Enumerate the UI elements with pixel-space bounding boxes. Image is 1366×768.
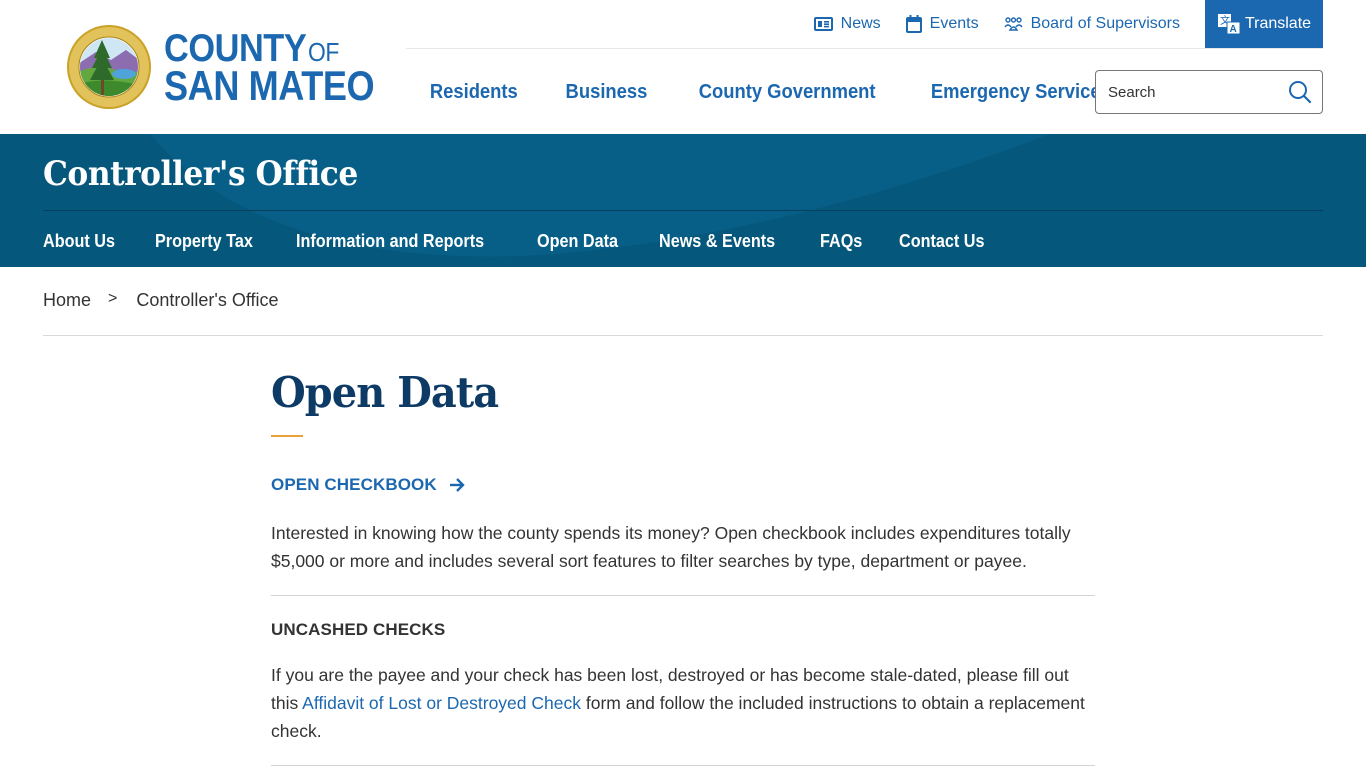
sub-nav-open-data[interactable]: Open Data (537, 231, 618, 252)
main-nav: Residents Business County Government Eme… (406, 70, 1138, 114)
breadcrumb-home[interactable]: Home (43, 290, 91, 311)
breadcrumb-divider (43, 335, 1323, 336)
sub-nav-information-and-reports[interactable]: Information and Reports (296, 231, 484, 252)
translate-label: Translate (1244, 15, 1312, 32)
utility-divider (406, 48, 1323, 49)
county-wordmark: COUNTY OF SAN MATEO (164, 27, 408, 109)
svg-text:A: A (1229, 24, 1236, 35)
breadcrumb-separator: > (108, 290, 118, 307)
county-logo-link[interactable]: COUNTY OF SAN MATEO (66, 24, 408, 110)
county-seal-icon (67, 25, 151, 109)
calendar-icon (905, 15, 922, 33)
uncashed-checks-description: If you are the payee and your check has … (271, 661, 1095, 745)
news-label: News (840, 15, 881, 32)
sub-nav-contact-us[interactable]: Contact Us (899, 231, 985, 252)
affidavit-link[interactable]: Affidavit of Lost or Destroyed Check (302, 693, 581, 713)
uncashed-checks-heading: UNCASHED CHECKS (271, 620, 446, 640)
sub-nav-property-tax[interactable]: Property Tax (155, 231, 253, 252)
banner-divider (43, 210, 1323, 211)
newspaper-icon (813, 17, 833, 31)
page-title: Open Data (271, 368, 499, 417)
department-banner: Controller's Office About Us Property Ta… (0, 134, 1366, 267)
events-label: Events (929, 15, 979, 32)
search-box (1095, 70, 1323, 114)
main-nav-county-government[interactable]: County Government (680, 81, 894, 104)
section-divider (271, 765, 1095, 767)
site-header: COUNTY OF SAN MATEO News Events Board of … (0, 0, 1366, 134)
main-nav-residents[interactable]: Residents (411, 81, 536, 104)
search-input[interactable] (1108, 83, 1278, 101)
open-checkbook-label: OPEN CHECKBOOK (271, 475, 437, 495)
logo-county-text: COUNTY (164, 27, 307, 70)
utility-link-events[interactable]: Events (905, 15, 979, 33)
section-divider (271, 595, 1095, 597)
search-button[interactable] (1288, 80, 1312, 104)
utility-nav: News Events Board of Supervisors 文A Tran… (813, 0, 1323, 48)
title-accent-bar (271, 435, 303, 438)
people-icon (1004, 17, 1023, 31)
sub-nav-news-events[interactable]: News & Events (659, 231, 775, 252)
open-checkbook-link[interactable]: OPEN CHECKBOOK (271, 475, 465, 495)
arrow-right-icon (449, 478, 465, 493)
breadcrumb: Home > Controller's Office (43, 290, 279, 311)
open-checkbook-description: Interested in knowing how the county spe… (271, 523, 1071, 572)
translate-button[interactable]: 文A Translate (1205, 0, 1323, 48)
breadcrumb-current: Controller's Office (136, 290, 279, 310)
search-icon (1289, 81, 1312, 104)
utility-link-board-of-supervisors[interactable]: Board of Supervisors (1004, 15, 1180, 33)
translate-icon: 文A (1217, 14, 1241, 35)
department-title: Controller's Office (43, 154, 358, 194)
sub-nav-about-us[interactable]: About Us (43, 231, 115, 252)
main-content: Open Data OPEN CHECKBOOK Interested in k… (271, 360, 1095, 767)
utility-link-news[interactable]: News (813, 15, 881, 33)
department-sub-nav: About Us Property Tax Information and Re… (43, 231, 1026, 252)
sub-nav-faqs[interactable]: FAQs (820, 231, 862, 252)
board-of-supervisors-label: Board of Supervisors (1030, 15, 1180, 32)
logo-san-mateo-text: SAN MATEO (164, 62, 375, 109)
main-nav-business[interactable]: Business (547, 81, 666, 104)
